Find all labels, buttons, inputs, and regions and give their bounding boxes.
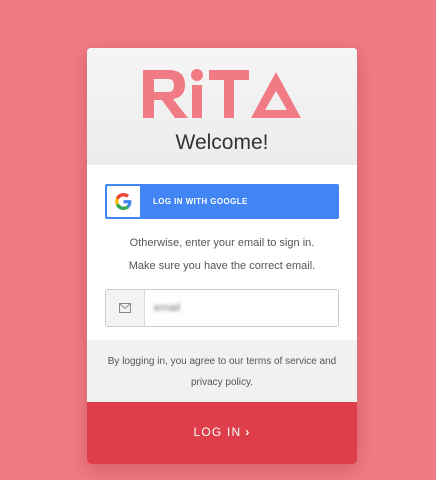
email-field[interactable]: [105, 289, 339, 327]
login-button-content: LOG IN ›: [87, 425, 357, 439]
chevron-right-icon: ›: [245, 425, 251, 439]
email-icon-box: [106, 290, 145, 326]
email-input[interactable]: [154, 290, 329, 326]
card-header: Welcome!: [87, 48, 357, 165]
terms-line-1: By logging in, you agree to our terms of…: [107, 356, 337, 367]
login-button[interactable]: LOG IN ›: [87, 402, 357, 464]
welcome-title: Welcome!: [175, 131, 269, 154]
envelope-icon: [119, 303, 131, 313]
google-icon-box: [107, 186, 140, 217]
google-g-icon: [115, 193, 132, 210]
terms-line-2: privacy policy.: [190, 377, 254, 388]
instruction-line-1: Otherwise, enter your email to sign in.: [129, 237, 315, 249]
login-button-label: LOG IN: [193, 425, 242, 439]
google-login-button[interactable]: LOG IN WITH GOOGLE: [105, 184, 339, 219]
terms-section: By logging in, you agree to our terms of…: [87, 340, 357, 402]
instruction-line-2: Make sure you have the correct email.: [128, 260, 316, 272]
rita-logo: [143, 69, 301, 118]
login-card: Welcome! LOG IN WITH GOOGLE Otherwise, e…: [87, 48, 357, 464]
google-button-label: LOG IN WITH GOOGLE: [153, 197, 248, 206]
